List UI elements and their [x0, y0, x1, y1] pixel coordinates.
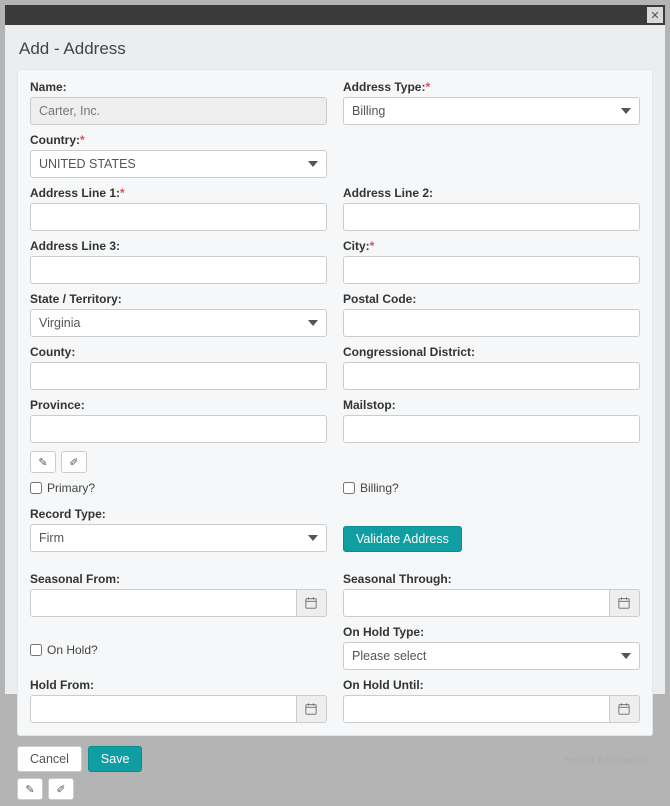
addr1-label: Address Line 1:*: [30, 186, 327, 200]
calendar-icon[interactable]: [297, 589, 327, 617]
postal-label: Postal Code:: [343, 292, 640, 306]
addr1-field[interactable]: [30, 203, 327, 231]
calendar-icon[interactable]: [610, 589, 640, 617]
province-field[interactable]: [30, 415, 327, 443]
county-field[interactable]: [30, 362, 327, 390]
pencil-icon[interactable]: ✎: [30, 451, 56, 473]
country-label: Country:*: [30, 133, 327, 147]
on-hold-type-label: On Hold Type:: [343, 625, 640, 639]
calendar-icon[interactable]: [297, 695, 327, 723]
seasonal-from-field[interactable]: [30, 589, 297, 617]
primary-label: Primary?: [47, 481, 95, 495]
mailstop-field[interactable]: [343, 415, 640, 443]
city-field[interactable]: [343, 256, 640, 284]
pencil-icon[interactable]: ✎: [17, 778, 43, 800]
on-hold-until-field[interactable]: [343, 695, 610, 723]
billing-checkbox[interactable]: [343, 482, 355, 494]
page-title: Add - Address: [19, 39, 653, 59]
record-information-link[interactable]: record information: [564, 754, 649, 766]
province-label: Province:: [30, 398, 327, 412]
seasonal-through-label: Seasonal Through:: [343, 572, 640, 586]
on-hold-checkbox[interactable]: [30, 644, 42, 656]
address-type-select[interactable]: Billing: [343, 97, 640, 125]
edit-note-icon[interactable]: ✐: [48, 778, 74, 800]
addr2-label: Address Line 2:: [343, 186, 640, 200]
modal-window: ✕ Add - Address Name: Address Type:* Bil…: [5, 5, 665, 694]
congressional-label: Congressional District:: [343, 345, 640, 359]
edit-note-icon[interactable]: ✐: [61, 451, 87, 473]
hold-from-field[interactable]: [30, 695, 297, 723]
address-type-label: Address Type:*: [343, 80, 640, 94]
form-panel: Name: Address Type:* Billing Country:* U…: [17, 69, 653, 736]
mailstop-label: Mailstop:: [343, 398, 640, 412]
content-area: Add - Address Name: Address Type:* Billi…: [5, 25, 665, 806]
country-select[interactable]: UNITED STATES: [30, 150, 327, 178]
titlebar: ✕: [5, 5, 665, 25]
city-label: City:*: [343, 239, 640, 253]
hold-from-label: Hold From:: [30, 678, 327, 692]
footer: Cancel Save record information: [17, 746, 653, 772]
cancel-button[interactable]: Cancel: [17, 746, 82, 772]
seasonal-through-field[interactable]: [343, 589, 610, 617]
calendar-icon[interactable]: [610, 695, 640, 723]
addr2-field[interactable]: [343, 203, 640, 231]
congressional-field[interactable]: [343, 362, 640, 390]
state-select[interactable]: Virginia: [30, 309, 327, 337]
name-label: Name:: [30, 80, 327, 94]
county-label: County:: [30, 345, 327, 359]
primary-checkbox[interactable]: [30, 482, 42, 494]
addr3-label: Address Line 3:: [30, 239, 327, 253]
save-button[interactable]: Save: [88, 746, 143, 772]
name-field: [30, 97, 327, 125]
state-label: State / Territory:: [30, 292, 327, 306]
on-hold-label: On Hold?: [47, 643, 98, 657]
validate-address-button[interactable]: Validate Address: [343, 526, 462, 552]
postal-field[interactable]: [343, 309, 640, 337]
close-icon[interactable]: ✕: [647, 7, 663, 23]
on-hold-until-label: On Hold Until:: [343, 678, 640, 692]
addr3-field[interactable]: [30, 256, 327, 284]
record-type-label: Record Type:: [30, 507, 327, 521]
billing-label: Billing?: [360, 481, 399, 495]
record-type-select[interactable]: Firm: [30, 524, 327, 552]
on-hold-type-select[interactable]: Please select: [343, 642, 640, 670]
seasonal-from-label: Seasonal From:: [30, 572, 327, 586]
